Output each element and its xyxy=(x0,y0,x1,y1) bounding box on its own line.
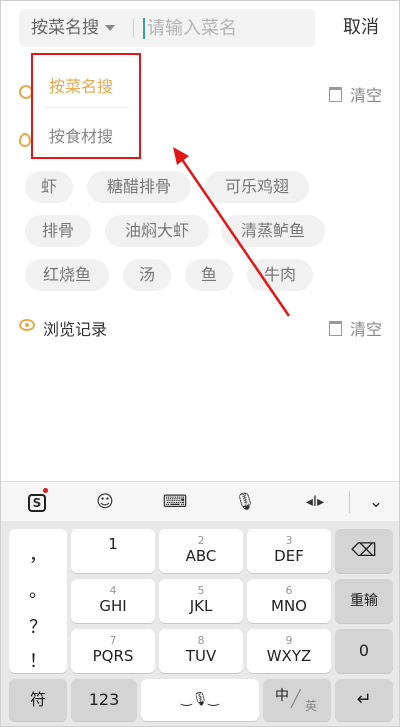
space-bar[interactable]: ‿🎙‿ xyxy=(141,679,259,721)
keyboard-icon[interactable]: ⌨ xyxy=(161,482,189,522)
hot-tag[interactable]: 红烧鱼 xyxy=(25,259,109,291)
backspace-icon: ⌫ xyxy=(351,540,377,561)
key-1[interactable]: 1 xyxy=(71,529,155,573)
hot-tag[interactable]: 鱼 xyxy=(185,259,233,291)
punct-key[interactable]: 。 xyxy=(9,577,67,603)
microphone-icon[interactable]: 🎙 xyxy=(231,482,259,522)
hot-tag[interactable]: 油焖大虾 xyxy=(105,215,209,247)
punct-key[interactable]: ？ xyxy=(9,613,67,639)
app-window: 按菜名搜 取消 清空 虾 糖醋排骨 可乐鸡翅 排骨 油焖大虾 清蒸鲈鱼 红烧鱼 … xyxy=(0,0,400,727)
key-8[interactable]: 8 TUV xyxy=(159,629,243,673)
trash-icon xyxy=(329,86,342,102)
key-7[interactable]: 7 PQRS xyxy=(71,629,155,673)
caret-down-icon xyxy=(105,25,115,31)
punct-key[interactable]: ！ xyxy=(9,647,67,673)
trash-icon xyxy=(329,320,342,336)
microphone-icon: ‿🎙‿ xyxy=(181,692,219,707)
browse-history-title: 浏览记录 xyxy=(43,320,108,339)
hot-tag[interactable]: 汤 xyxy=(123,259,171,291)
hot-tag[interactable]: 虾 xyxy=(25,171,73,203)
retype-button[interactable]: 重输 xyxy=(335,579,393,623)
sogou-logo-icon[interactable]: S xyxy=(25,482,49,522)
numbers-button[interactable]: 123 xyxy=(71,679,137,721)
search-mode-dropdown: 按菜名搜 按食材搜 xyxy=(31,53,141,159)
cursor-move-icon[interactable]: ◂I▸ xyxy=(301,482,329,522)
dropdown-divider xyxy=(43,107,129,108)
backspace-button[interactable]: ⌫ xyxy=(335,529,393,573)
dropdown-item-by-ingredient[interactable]: 按食材搜 xyxy=(49,123,113,147)
clear-history-button[interactable]: 清空 xyxy=(329,82,382,106)
clear-history-label: 清空 xyxy=(350,86,383,105)
key-9[interactable]: 9 WXYZ xyxy=(247,629,331,673)
text-cursor xyxy=(143,18,145,39)
search-divider xyxy=(133,19,134,37)
hot-tag[interactable]: 排骨 xyxy=(25,215,91,247)
clear-browse-label: 清空 xyxy=(350,320,383,339)
enter-button[interactable]: ↵ xyxy=(335,679,393,721)
keyboard: ， 。 ？ ！ 1 2 ABC 3 DEF ⌫ 4 GHI 5 JKL 6 MN… xyxy=(1,521,399,726)
enter-icon: ↵ xyxy=(356,689,372,710)
search-mode-label: 按菜名搜 xyxy=(31,18,99,38)
punctuation-column: ， 。 ？ ！ xyxy=(9,529,67,673)
key-4[interactable]: 4 GHI xyxy=(71,579,155,623)
eye-pupil xyxy=(25,323,29,327)
clear-browse-button[interactable]: 清空 xyxy=(329,316,382,340)
collapse-keyboard-icon[interactable]: ⌄ xyxy=(363,482,389,522)
hot-tag[interactable]: 可乐鸡翅 xyxy=(205,171,309,203)
hot-tag[interactable]: 糖醋排骨 xyxy=(87,171,191,203)
key-6[interactable]: 6 MNO xyxy=(247,579,331,623)
search-box: 按菜名搜 xyxy=(19,9,315,47)
dropdown-item-by-dish[interactable]: 按菜名搜 xyxy=(49,73,113,97)
toolbar-divider xyxy=(349,491,350,513)
language-switch-button[interactable]: 中 ╱ 英 xyxy=(263,679,331,721)
search-mode-selector[interactable]: 按菜名搜 xyxy=(31,9,115,47)
cancel-button[interactable]: 取消 xyxy=(331,9,391,47)
keyboard-toolbar: S ☺ ⌨ 🎙 ◂I▸ ⌄ xyxy=(1,481,399,522)
slash-icon: ╱ xyxy=(291,689,301,708)
emoji-icon[interactable]: ☺ xyxy=(91,482,119,522)
key-2[interactable]: 2 ABC xyxy=(159,529,243,573)
hot-tag[interactable]: 清蒸鲈鱼 xyxy=(221,215,325,247)
fire-icon xyxy=(19,133,31,147)
search-input[interactable] xyxy=(147,13,307,43)
punct-key[interactable]: ， xyxy=(9,541,67,567)
key-5[interactable]: 5 JKL xyxy=(159,579,243,623)
key-0[interactable]: 0 xyxy=(335,629,393,673)
key-3[interactable]: 3 DEF xyxy=(247,529,331,573)
hot-tag[interactable]: 牛肉 xyxy=(247,259,313,291)
symbols-button[interactable]: 符 xyxy=(9,679,67,721)
